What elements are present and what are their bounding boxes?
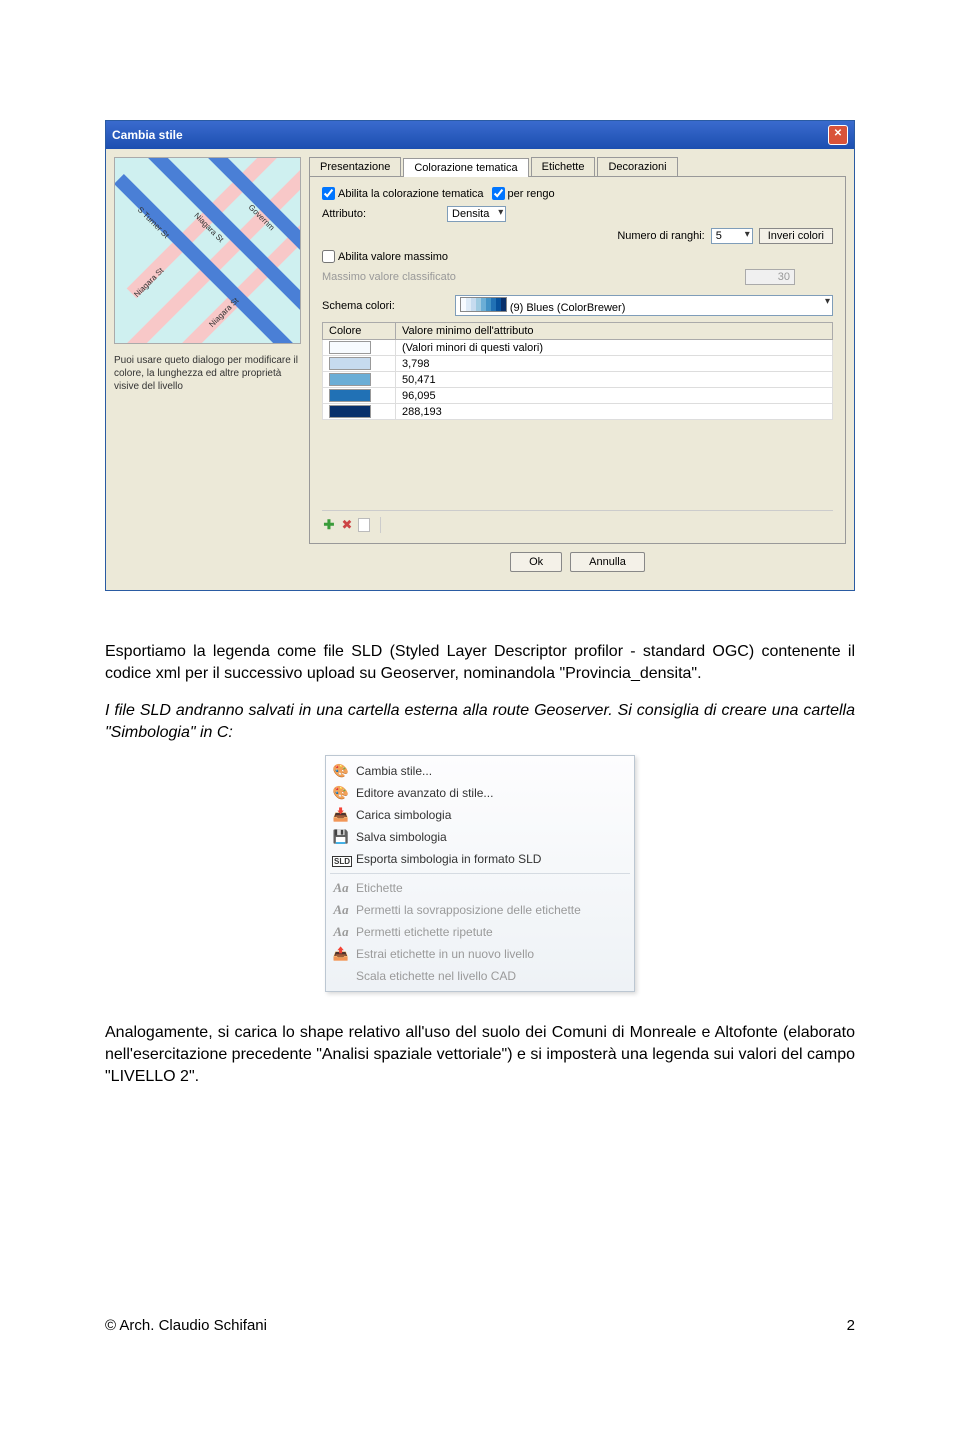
map-preview: S Turner St Niagara St Governm Niagara S… [114,157,301,344]
per-range-checkbox[interactable]: per rengo [492,187,555,200]
table-row[interactable]: 3,798 [323,356,833,372]
dialog-help-text: Puoi usare queto dialogo per modificare … [114,354,299,393]
add-icon[interactable]: ✚ [322,518,336,532]
max-label: Massimo valore classificato [322,271,456,283]
enable-max-checkbox[interactable]: Abilita valore massimo [322,250,448,263]
tab-bar: Presentazione Colorazione tematica Etich… [309,157,846,177]
table-row[interactable]: 96,095 [323,388,833,404]
tab-decorazioni[interactable]: Decorazioni [597,157,677,176]
placeholder-icon[interactable] [358,518,370,532]
menu-item[interactable]: 🎨Editore avanzato di stile... [326,782,634,804]
cancel-button[interactable]: Annulla [570,552,645,572]
tab-colorazione[interactable]: Colorazione tematica [403,158,528,177]
paragraph-2: I file SLD andranno salvati in una carte… [105,700,855,743]
context-menu: 🎨Cambia stile...🎨Editore avanzato di sti… [325,755,635,992]
table-row[interactable]: (Valori minori di questi valori) [323,340,833,356]
menu-item[interactable]: SLDEsporta simbologia in formato SLD [326,848,634,870]
dialog-titlebar: Cambia stile ✕ [106,121,854,149]
style-dialog: Cambia stile ✕ S Turner St Niagara St Go… [105,120,855,591]
scheme-label: Schema colori: [322,300,395,312]
menu-separator [330,873,630,874]
menu-item[interactable]: 💾Salva simbologia [326,826,634,848]
remove-icon[interactable]: ✖ [340,518,354,532]
attr-select[interactable]: Densita [447,206,506,222]
menu-item: AaPermetti la sovrapposizione delle etic… [326,899,634,921]
color-table: Colore Valore minimo dell'attributo (Val… [322,322,833,420]
footer-page-number: 2 [847,1317,855,1334]
paragraph-1: Esportiamo la legenda come file SLD (Sty… [105,641,855,684]
tab-presentazione[interactable]: Presentazione [309,157,401,176]
footer-author: © Arch. Claudio Schifani [105,1317,267,1334]
scheme-select[interactable]: (9) Blues (ColorBrewer) [455,295,833,316]
enable-thematic-checkbox[interactable]: Abilita la colorazione tematica [322,187,484,200]
menu-item: AaPermetti etichette ripetute [326,921,634,943]
menu-item[interactable]: 🎨Cambia stile... [326,760,634,782]
close-icon[interactable]: ✕ [828,125,848,145]
dialog-title: Cambia stile [112,128,183,142]
max-value-field: 30 [745,269,795,285]
menu-item[interactable]: 📥Carica simbologia [326,804,634,826]
menu-item: Scala etichette nel livello CAD [326,965,634,987]
col-color: Colore [323,323,396,340]
num-ranks-label: Numero di ranghi: [617,230,704,242]
num-ranks-select[interactable]: 5 [711,228,753,244]
paragraph-3: Analogamente, si carica lo shape relativ… [105,1022,855,1087]
menu-item: AaEtichette [326,877,634,899]
table-row[interactable]: 50,471 [323,372,833,388]
invert-colors-button[interactable]: Inveri colori [759,228,833,244]
tab-etichette[interactable]: Etichette [531,157,596,176]
attr-label: Attributo: [322,208,366,220]
col-min: Valore minimo dell'attributo [396,323,833,340]
ok-button[interactable]: Ok [510,552,562,572]
menu-item: 📤Estrai etichette in un nuovo livello [326,943,634,965]
table-row[interactable]: 288,193 [323,404,833,420]
